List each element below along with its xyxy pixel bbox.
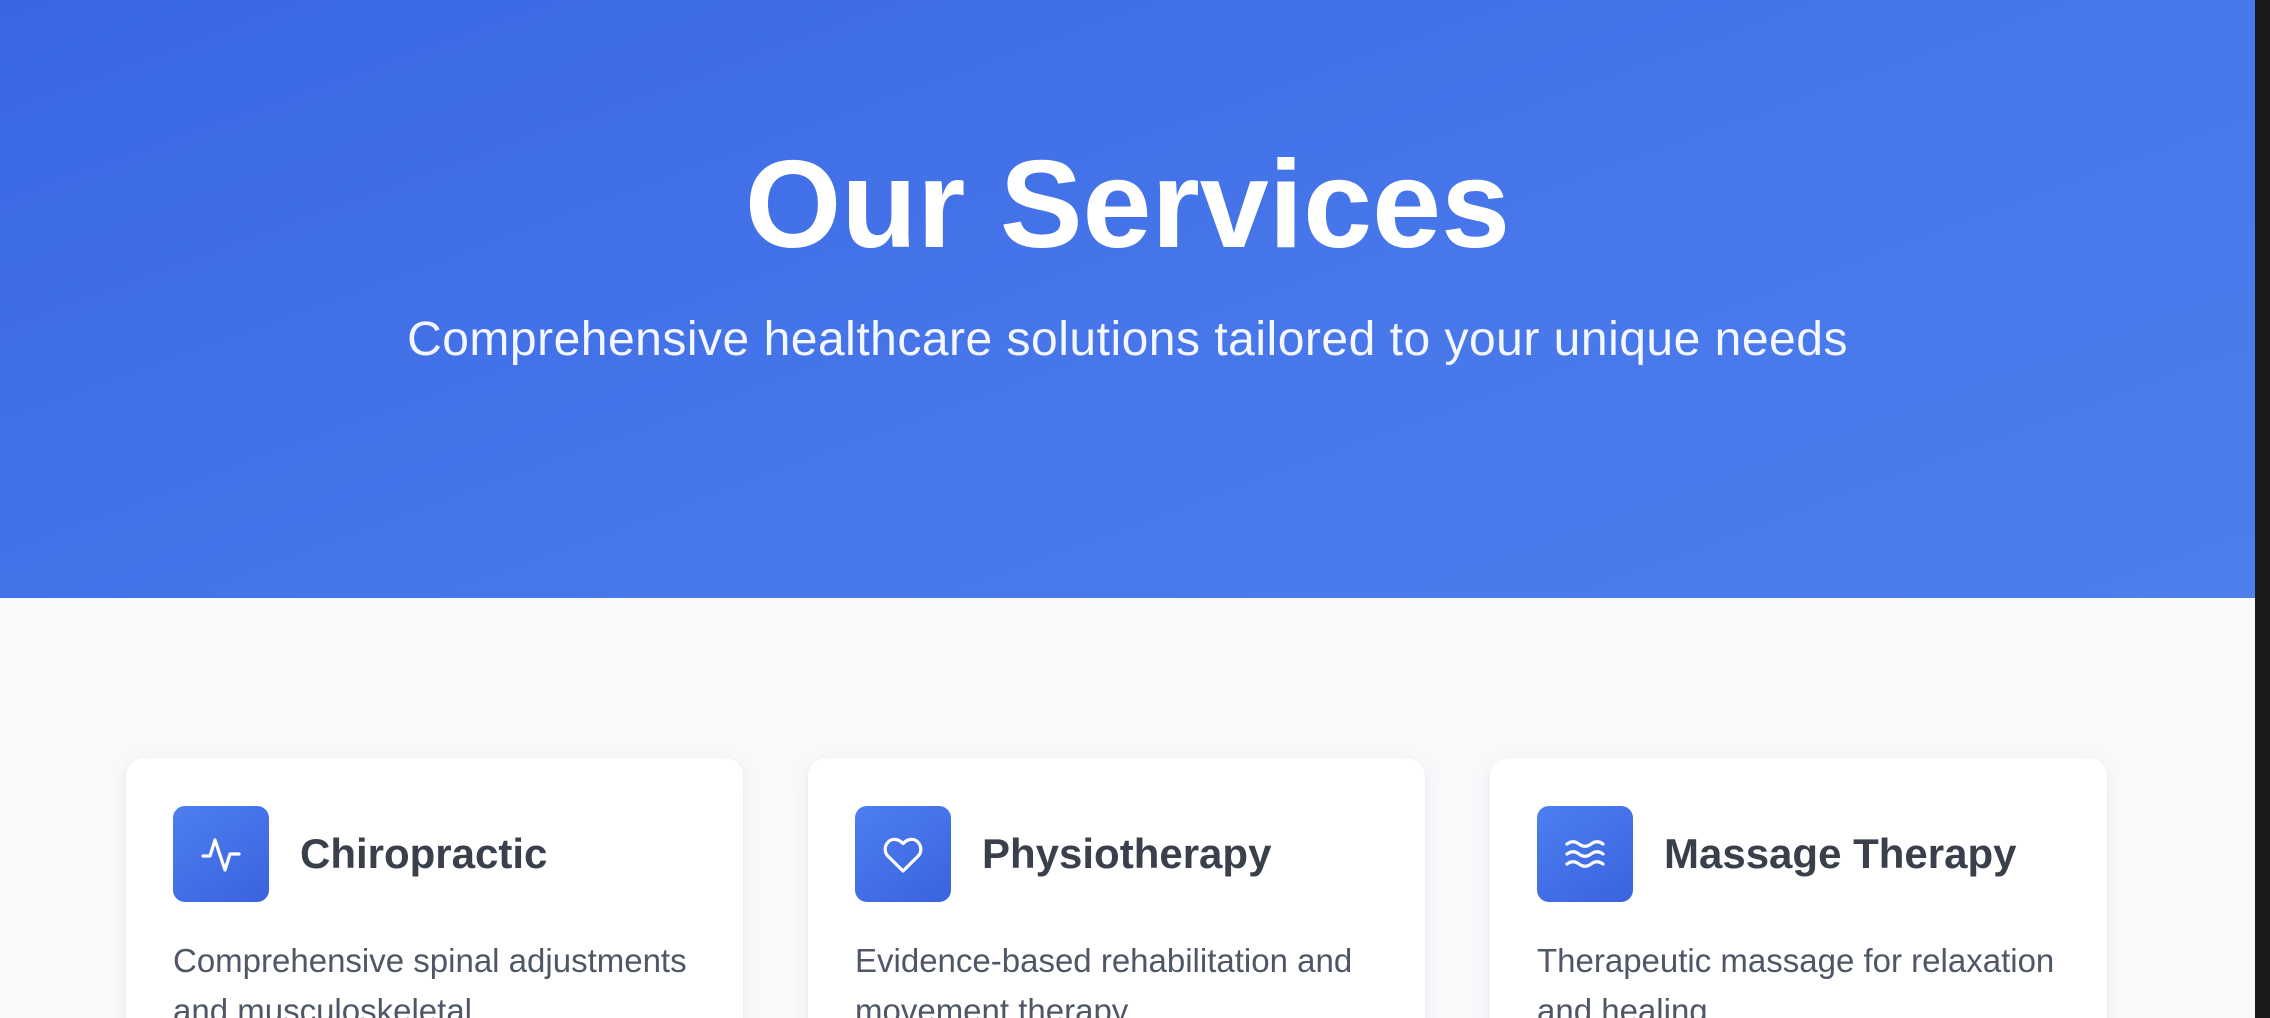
heart-icon (855, 806, 951, 902)
page-subtitle: Comprehensive healthcare solutions tailo… (407, 313, 1848, 366)
activity-pulse-icon (173, 806, 269, 902)
service-title: Massage Therapy (1664, 830, 2017, 877)
service-card-massage-therapy[interactable]: Massage Therapy Therapeutic massage for … (1490, 758, 2107, 1018)
service-title: Chiropractic (300, 830, 548, 877)
service-description: Evidence-based rehabilitation and moveme… (855, 942, 1353, 1018)
services-page: Our Services Comprehensive healthcare so… (0, 0, 2255, 1018)
services-grid: Chiropractic Comprehensive spinal adjust… (0, 758, 2255, 1018)
service-card-physiotherapy[interactable]: Physiotherapy Evidence-based rehabilitat… (808, 758, 1425, 1018)
waves-icon (1537, 806, 1633, 902)
hero-section: Our Services Comprehensive healthcare so… (0, 0, 2255, 598)
page-title: Our Services (744, 136, 1511, 274)
service-title: Physiotherapy (982, 830, 1272, 877)
service-card-chiropractic[interactable]: Chiropractic Comprehensive spinal adjust… (126, 758, 743, 1018)
window-edge (2255, 0, 2270, 1018)
service-description: Comprehensive spinal adjustments and mus… (173, 942, 687, 1018)
service-description: Therapeutic massage for relaxation and h… (1537, 942, 2055, 1018)
